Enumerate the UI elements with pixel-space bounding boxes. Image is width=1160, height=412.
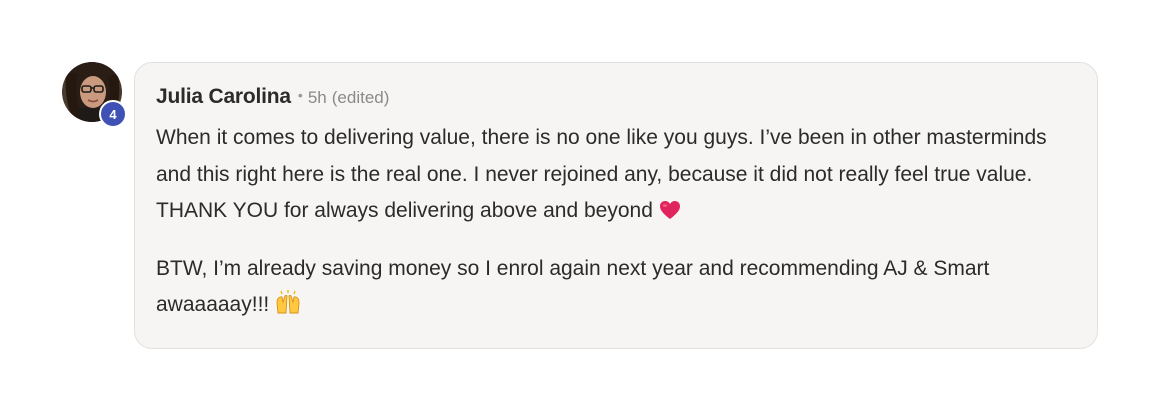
paragraph-text: When it comes to delivering value, there… [156, 126, 1047, 222]
comment-paragraph: BTW, I’m already saving money so I enrol… [156, 251, 1077, 324]
comment: 4 Julia Carolina • 5h (edited) When it c… [0, 0, 1160, 412]
comment-meta: Julia Carolina • 5h (edited) [156, 85, 1077, 111]
avatar-container[interactable]: 4 [62, 62, 127, 128]
comment-bubble: Julia Carolina • 5h (edited) When it com… [134, 62, 1098, 349]
level-badge: 4 [99, 100, 127, 128]
author-name[interactable]: Julia Carolina [156, 85, 291, 109]
edited-label: (edited) [331, 88, 390, 107]
timestamp[interactable]: 5h [308, 88, 327, 108]
comment-paragraph: When it comes to delivering value, there… [156, 120, 1077, 230]
heart-emoji-icon [659, 201, 680, 219]
meta-separator: • [297, 87, 303, 103]
raising-hands-emoji-icon [276, 290, 300, 314]
